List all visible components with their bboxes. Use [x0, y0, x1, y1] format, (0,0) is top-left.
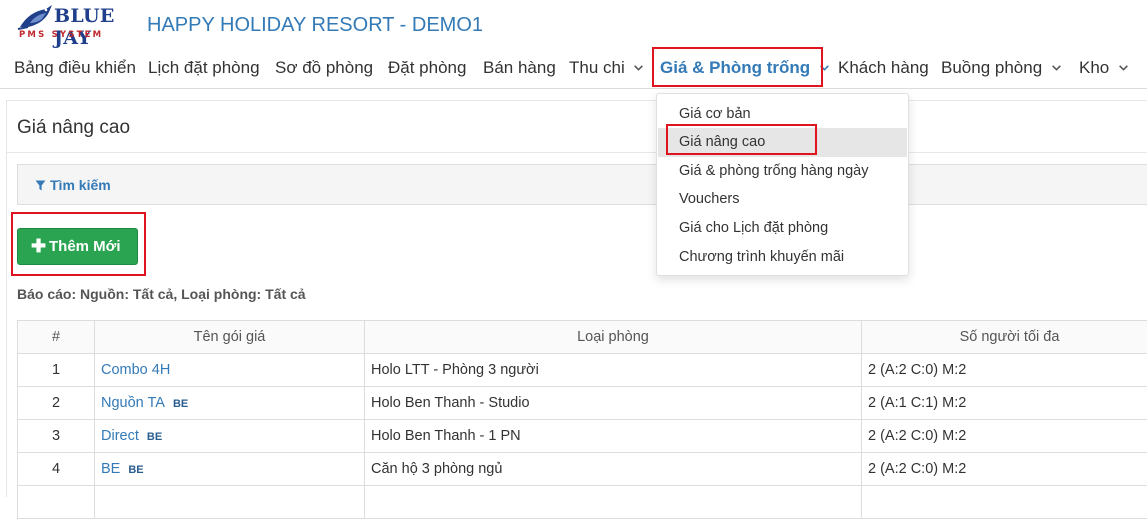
nav-item-warehouse[interactable]: Kho	[1079, 58, 1129, 78]
price-availability-dropdown: Giá cơ bản Giá nâng cao Giá & phòng trốn…	[656, 93, 909, 276]
room-type-cell	[365, 486, 862, 519]
row-index: 4	[18, 453, 95, 486]
column-header-max-guests[interactable]: Số người tối đa	[862, 321, 1147, 354]
be-badge: BE	[147, 431, 162, 443]
nav-item-booking-calendar[interactable]: Lịch đặt phòng	[148, 58, 260, 78]
search-label-text: Tìm kiếm	[50, 177, 111, 193]
package-name-link[interactable]: Direct	[101, 428, 139, 444]
price-package-table: # Tên gói giá Loại phòng Số người tối đa…	[17, 320, 1147, 519]
table-header-row: # Tên gói giá Loại phòng Số người tối đa	[18, 321, 1147, 354]
column-header-index[interactable]: #	[18, 321, 95, 354]
package-name-cell: Direct BE	[95, 420, 365, 453]
blue-jay-logo[interactable]: BLUE JAY PMS SYSTEM	[16, 3, 130, 43]
package-name-cell: Combo 4H	[95, 354, 365, 387]
max-guests-cell: 2 (A:2 C:0) M:2	[862, 354, 1147, 387]
main-nav: Bảng điều khiển Lịch đặt phòng Sơ đồ phò…	[0, 48, 1147, 88]
dropdown-item-calendar-price[interactable]: Giá cho Lịch đặt phòng	[658, 214, 907, 243]
nav-item-dashboard[interactable]: Bảng điều khiển	[14, 58, 136, 78]
max-guests-cell: 2 (A:2 C:0) M:2	[862, 420, 1147, 453]
highlight-box-menu-item	[666, 124, 817, 155]
dropdown-item-vouchers[interactable]: Vouchers	[658, 185, 907, 214]
chevron-down-icon	[1051, 62, 1062, 73]
room-type-cell: Holo LTT - Phòng 3 người	[365, 354, 862, 387]
table-row[interactable]: 4 BE BE Căn hộ 3 phòng ngủ 2 (A:2 C:0) M:…	[18, 453, 1147, 486]
blue-jay-bird-icon	[16, 3, 56, 33]
divider	[7, 152, 1147, 153]
chevron-down-icon	[633, 62, 644, 73]
package-name-link[interactable]: Combo 4H	[101, 362, 170, 378]
row-index: 1	[18, 354, 95, 387]
search-toggle[interactable]: Tìm kiếm	[35, 177, 111, 193]
column-header-room-type[interactable]: Loại phòng	[365, 321, 862, 354]
package-name-cell	[95, 486, 365, 519]
table-row[interactable]: 1 Combo 4H Holo LTT - Phòng 3 người 2 (A…	[18, 354, 1147, 387]
report-summary: Báo cáo: Nguồn: Tất cả, Loại phòng: Tất …	[17, 286, 306, 302]
table-row[interactable]: 3 Direct BE Holo Ben Thanh - 1 PN 2 (A:2 …	[18, 420, 1147, 453]
max-guests-cell	[862, 486, 1147, 519]
column-header-package-name[interactable]: Tên gói giá	[95, 321, 365, 354]
be-badge: BE	[128, 464, 143, 476]
room-type-cell: Holo Ben Thanh - 1 PN	[365, 420, 862, 453]
max-guests-cell: 2 (A:1 C:1) M:2	[862, 387, 1147, 420]
dropdown-item-daily-price-availability[interactable]: Giá & phòng trống hàng ngày	[658, 157, 907, 186]
app-title[interactable]: HAPPY HOLIDAY RESORT - DEMO1	[147, 14, 483, 37]
page-title: Giá nâng cao	[17, 117, 130, 139]
top-bar: BLUE JAY PMS SYSTEM HAPPY HOLIDAY RESORT…	[0, 0, 1147, 89]
row-index	[18, 486, 95, 519]
nav-item-room-map[interactable]: Sơ đồ phòng	[275, 58, 373, 78]
package-name-cell: BE BE	[95, 453, 365, 486]
package-name-link[interactable]: Nguồn TA	[101, 395, 165, 411]
package-name-cell: Nguồn TA BE	[95, 387, 365, 420]
table-row[interactable]	[18, 486, 1147, 519]
dropdown-item-promotions[interactable]: Chương trình khuyến mãi	[658, 243, 907, 272]
logo-brand-text: BLUE JAY	[54, 5, 130, 49]
max-guests-cell: 2 (A:2 C:0) M:2	[862, 453, 1147, 486]
logo-subtitle-text: PMS SYSTEM	[19, 30, 103, 40]
nav-item-reservation[interactable]: Đặt phòng	[388, 58, 466, 78]
be-badge: BE	[173, 398, 188, 410]
table-row[interactable]: 2 Nguồn TA BE Holo Ben Thanh - Studio 2 (…	[18, 387, 1147, 420]
highlight-box-nav	[652, 47, 823, 87]
row-index: 2	[18, 387, 95, 420]
nav-item-housekeeping[interactable]: Buồng phòng	[941, 58, 1062, 78]
highlight-box-add-button	[11, 212, 146, 276]
nav-item-customers[interactable]: Khách hàng	[838, 58, 929, 78]
nav-item-income-expense[interactable]: Thu chi	[569, 58, 644, 78]
nav-item-sales[interactable]: Bán hàng	[483, 58, 556, 78]
room-type-cell: Holo Ben Thanh - Studio	[365, 387, 862, 420]
row-index: 3	[18, 420, 95, 453]
search-panel[interactable]: Tìm kiếm	[17, 164, 1147, 205]
room-type-cell: Căn hộ 3 phòng ngủ	[365, 453, 862, 486]
filter-icon	[35, 180, 46, 191]
chevron-down-icon	[1118, 62, 1129, 73]
package-name-link[interactable]: BE	[101, 461, 120, 477]
